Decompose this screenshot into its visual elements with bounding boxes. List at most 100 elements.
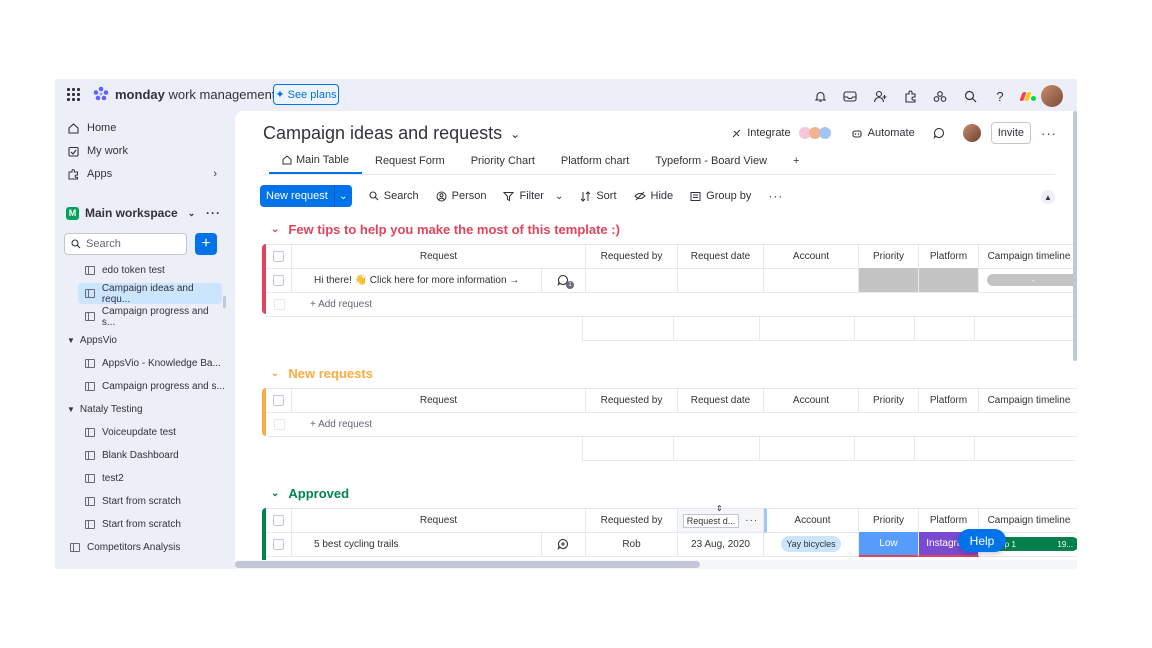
table-row[interactable]: Hi there! 👋 Click here for more informat…	[262, 268, 1077, 293]
add-item-row[interactable]: + Add request	[262, 412, 1077, 437]
column-header-request[interactable]: Request	[292, 388, 586, 413]
tab-platform-chart[interactable]: Platform chart	[548, 154, 642, 174]
checkbox[interactable]	[273, 515, 284, 526]
tab-typeform-board-view[interactable]: Typeform - Board View	[642, 154, 780, 174]
help-button[interactable]: Help	[958, 529, 1006, 552]
add-view-button[interactable]: +	[780, 154, 812, 174]
board-member-avatar[interactable]	[962, 124, 981, 142]
invite-member-icon[interactable]	[865, 86, 895, 106]
request-date-cell[interactable]	[678, 268, 764, 293]
column-header-campaign-timeline[interactable]: Campaign timeline	[979, 388, 1077, 413]
tab-request-form[interactable]: Request Form	[362, 154, 458, 174]
sidebar-item-campaign-progress[interactable]: Campaign progress and s...	[79, 306, 223, 328]
request-date-cell[interactable]: 23 Aug, 2020	[678, 532, 764, 557]
request-cell[interactable]: 5 best cycling trails	[292, 532, 542, 557]
account-cell[interactable]	[764, 268, 859, 293]
workspace-selector[interactable]: M Main workspace ⌄ ···	[66, 206, 221, 220]
column-menu-icon[interactable]: ···	[745, 515, 758, 526]
sidebar-item-appsvio-kb[interactable]: AppsVio - Knowledge Ba...	[79, 353, 221, 374]
sidebar-item-test2[interactable]: test2	[79, 468, 124, 489]
requested-by-cell[interactable]: Rob	[586, 532, 678, 557]
collapse-header-icon[interactable]: ▲	[1041, 190, 1055, 204]
table-row[interactable]: 5 best cycling trails Rob 23 Aug, 2020 Y…	[262, 532, 1077, 557]
scroll-thumb[interactable]	[235, 561, 700, 568]
main-horizontal-scrollbar[interactable]	[235, 560, 1077, 569]
column-header-requested-by[interactable]: Requested by	[586, 244, 678, 269]
select-all-cell[interactable]	[266, 508, 292, 533]
column-header-priority[interactable]: Priority	[859, 244, 919, 269]
sidebar-nav-apps[interactable]: Apps ›	[67, 168, 217, 180]
filter-button[interactable]: Filter ⌄	[503, 190, 563, 202]
bell-icon[interactable]	[805, 86, 835, 106]
add-request-input[interactable]: + Add request	[292, 412, 1077, 437]
sidebar-item-competitors-analysis[interactable]: Competitors Analysis	[64, 537, 180, 558]
folder-appsvio[interactable]: ▼ AppsVio	[67, 330, 117, 351]
add-request-input[interactable]: + Add request	[292, 292, 1077, 317]
board-more-icon[interactable]: ···	[1041, 126, 1057, 141]
group-title-new-requests[interactable]: ⌄ New requests	[271, 366, 373, 381]
column-header-account[interactable]: Account	[764, 388, 859, 413]
automate-button[interactable]: Automate	[851, 127, 915, 139]
chevron-down-icon[interactable]: ⌄	[335, 185, 352, 207]
column-header-request-date[interactable]: Request date	[678, 244, 764, 269]
sidebar-item-start-from-scratch-2[interactable]: Start from scratch	[79, 514, 181, 535]
platform-cell[interactable]	[919, 268, 979, 293]
integrate-button[interactable]: Integrate	[731, 127, 831, 139]
sidebar-scrollbar[interactable]	[223, 296, 226, 308]
tab-main-table[interactable]: Main Table	[269, 154, 362, 174]
board-title[interactable]: Campaign ideas and requests ⌄	[263, 123, 520, 144]
new-request-button[interactable]: New request ⌄	[260, 185, 352, 207]
column-header-platform[interactable]: Platform	[919, 388, 979, 413]
select-all-cell[interactable]	[266, 388, 292, 413]
user-avatar[interactable]	[1041, 85, 1063, 107]
help-question-icon[interactable]: ?	[985, 86, 1015, 106]
checkbox[interactable]	[273, 274, 284, 286]
column-header-request[interactable]: Request	[292, 244, 586, 269]
requested-by-cell[interactable]	[586, 268, 678, 293]
sidebar-nav-my-work[interactable]: My work	[67, 145, 128, 157]
sidebar-nav-home[interactable]: Home	[67, 122, 116, 134]
group-title-approved[interactable]: ⌄ Approved	[271, 486, 349, 501]
see-plans-button[interactable]: ✦ See plans	[273, 84, 339, 105]
person-filter-button[interactable]: Person	[436, 190, 486, 202]
account-cell[interactable]: Yay bicycles	[764, 532, 859, 557]
inbox-icon[interactable]	[835, 86, 865, 106]
main-vertical-scrollbar[interactable]	[1073, 111, 1077, 361]
monday-apps-logo-icon[interactable]	[1019, 91, 1037, 101]
add-item-button[interactable]: +	[195, 233, 217, 255]
row-select-cell[interactable]	[266, 268, 292, 293]
hide-button[interactable]: Hide	[633, 190, 673, 202]
checkbox[interactable]	[273, 251, 284, 262]
sidebar-search-input[interactable]: Search	[64, 233, 187, 255]
sidebar-item-campaign-progress-2[interactable]: Campaign progress and s...	[79, 376, 225, 397]
column-header-priority[interactable]: Priority	[859, 388, 919, 413]
search-tool-button[interactable]: Search	[369, 190, 419, 202]
column-header-priority[interactable]: Priority	[859, 508, 919, 533]
updates-cell[interactable]	[542, 532, 586, 557]
folder-nataly-testing[interactable]: ▼ Nataly Testing	[67, 399, 143, 420]
sidebar-item-blank-dashboard[interactable]: Blank Dashboard	[79, 445, 179, 466]
select-all-cell[interactable]	[266, 244, 292, 269]
column-header-requested-by[interactable]: Requested by	[586, 388, 678, 413]
apps-grid-icon[interactable]	[67, 88, 80, 101]
column-header-requested-by[interactable]: Requested by	[586, 508, 678, 533]
marketplace-icon[interactable]	[925, 86, 955, 106]
sidebar-item-campaign-ideas[interactable]: Campaign ideas and requ...	[78, 283, 222, 305]
comment-icon[interactable]	[933, 127, 945, 139]
column-header-request[interactable]: Request	[292, 508, 586, 533]
column-header-request-date[interactable]: Request date	[678, 388, 764, 413]
priority-cell[interactable]	[859, 268, 919, 293]
column-header-account[interactable]: Account	[764, 244, 859, 269]
search-icon[interactable]	[955, 86, 985, 106]
tab-priority-chart[interactable]: Priority Chart	[458, 154, 548, 174]
workspace-more-icon[interactable]: ···	[206, 206, 221, 220]
request-cell[interactable]: Hi there! 👋 Click here for more informat…	[292, 268, 542, 293]
sidebar-item-voiceupdate[interactable]: Voiceupdate test	[79, 422, 176, 443]
column-header-account[interactable]: Account	[764, 508, 859, 533]
checkbox[interactable]	[273, 395, 284, 406]
column-header-platform[interactable]: Platform	[919, 244, 979, 269]
drag-handle-icon[interactable]: ⇕	[716, 504, 723, 513]
sort-button[interactable]: Sort	[580, 190, 617, 202]
sidebar-item-start-from-scratch[interactable]: Start from scratch	[79, 491, 181, 512]
column-header-request-date[interactable]: ⇕ Request d... ···	[678, 504, 764, 533]
